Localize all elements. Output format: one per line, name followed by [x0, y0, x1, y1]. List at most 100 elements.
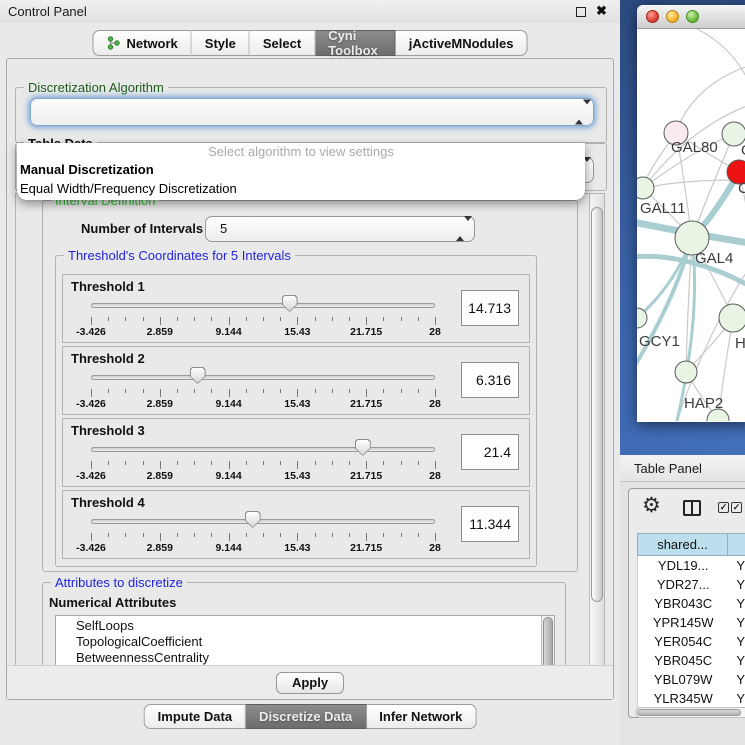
scrollbar-thumb[interactable]	[543, 617, 553, 667]
threshold-slider-thumb[interactable]	[282, 295, 298, 312]
slider-tick-label: 15.43	[284, 398, 310, 410]
cell-shared-name[interactable]: YLR345W	[638, 689, 728, 708]
minimize-window-icon[interactable]	[666, 10, 679, 23]
cell-name[interactable]: YDL1	[728, 556, 745, 575]
cell-shared-name[interactable]: YBR045C	[638, 651, 728, 670]
cell-shared-name[interactable]: YDR27...	[638, 575, 728, 594]
slider-tick	[383, 389, 384, 393]
number-of-intervals-label: Number of Intervals	[81, 221, 203, 236]
apply-button[interactable]: Apply	[276, 672, 344, 694]
cell-shared-name[interactable]: YPR145W	[638, 613, 728, 632]
threshold-value-field[interactable]: 11.344	[461, 506, 519, 542]
slider-tick	[435, 389, 436, 397]
table-header-row: shared... na	[637, 533, 745, 556]
attribute-item[interactable]: BetweennessCentrality	[76, 650, 554, 666]
algorithm-combobox[interactable]	[30, 98, 594, 126]
tab-select[interactable]: Select	[250, 30, 315, 56]
table-row[interactable]: YPR145WYPR1	[638, 613, 745, 632]
split-columns-icon[interactable]	[683, 500, 701, 516]
slider-tick	[297, 389, 298, 397]
tab-jactivemnodules[interactable]: jActiveMNodules	[396, 30, 528, 56]
cell-shared-name[interactable]: YER054C	[638, 632, 728, 651]
slider-tick-label: 2.859	[147, 470, 173, 482]
popup-item-manual-discretization[interactable]: Manual Discretization	[17, 160, 585, 179]
cell-shared-name[interactable]: YBL079W	[638, 670, 728, 689]
threshold-slider-track[interactable]	[91, 303, 435, 308]
table-row[interactable]: YLR345WYLR3	[638, 689, 745, 708]
number-of-intervals-combobox[interactable]: 5	[205, 216, 475, 242]
cell-name[interactable]: YBL0	[728, 670, 745, 689]
slider-tick	[143, 533, 144, 537]
tab-cyni-toolbox[interactable]: Cyni Toolbox	[315, 30, 396, 56]
tab-discretize-data[interactable]: Discretize Data	[246, 704, 366, 729]
network-window-titlebar[interactable]	[637, 5, 745, 29]
threshold-slider-track[interactable]	[91, 375, 435, 380]
popup-item-equal-width-frequency[interactable]: Equal Width/Frequency Discretization	[17, 179, 585, 198]
slider-tick-label: 15.43	[284, 326, 310, 338]
slider-tick	[263, 389, 264, 393]
gear-icon[interactable]: ⚙	[642, 493, 661, 518]
threshold-slider-track[interactable]	[91, 519, 435, 524]
network-node[interactable]	[637, 177, 654, 199]
scrollbar-thumb[interactable]	[637, 709, 741, 716]
network-canvas[interactable]: GAL80GACGAL11GAL4GCY1HHAP2	[637, 29, 745, 421]
slider-tick	[435, 317, 436, 325]
vertical-scrollbar[interactable]	[589, 194, 604, 666]
slider-tick	[194, 317, 195, 321]
numerical-attributes-list[interactable]: SelfLoopsTopologicalCoefficientBetweenne…	[55, 615, 555, 667]
cell-name[interactable]: YDR2	[728, 575, 745, 594]
slider-tick	[349, 461, 350, 465]
slider-tick	[160, 389, 161, 397]
column-header-name[interactable]: na	[728, 533, 745, 556]
table-row[interactable]: YBR045CYBR0	[638, 651, 745, 670]
tab-infer-network[interactable]: Infer Network	[366, 704, 476, 729]
network-node[interactable]	[675, 361, 697, 383]
cell-name[interactable]: YBR0	[728, 594, 745, 613]
scrollbar-thumb[interactable]	[591, 207, 603, 602]
threshold-slider-track[interactable]	[91, 447, 435, 452]
cell-shared-name[interactable]: YDL19...	[638, 556, 728, 575]
table-row[interactable]: YDR27...YDR2	[638, 575, 745, 594]
cell-name[interactable]: YPR1	[728, 613, 745, 632]
cell-name[interactable]: YBR0	[728, 651, 745, 670]
close-panel-icon[interactable]: ✖	[596, 3, 607, 19]
threshold-slider-thumb[interactable]	[245, 511, 261, 528]
tab-label: Impute Data	[158, 709, 232, 724]
group-title: Attributes to discretize	[51, 575, 187, 590]
horizontal-scrollbar[interactable]	[635, 707, 745, 718]
table-row[interactable]: YBL079WYBL0	[638, 670, 745, 689]
float-panel-icon[interactable]	[576, 7, 586, 17]
slider-tick	[383, 317, 384, 321]
slider-tick	[177, 317, 178, 321]
tab-network[interactable]: Network	[93, 30, 192, 56]
threshold-slider-thumb[interactable]	[190, 367, 206, 384]
checkbox-icon[interactable]: ✓	[731, 502, 742, 513]
column-header-shared[interactable]: shared...	[637, 533, 728, 556]
cell-shared-name[interactable]: YBR043C	[638, 594, 728, 613]
tab-style[interactable]: Style	[192, 30, 250, 56]
threshold-value-field[interactable]: 6.316	[461, 362, 519, 398]
threshold-slider-thumb[interactable]	[355, 439, 371, 456]
cell-name[interactable]: YLR3	[728, 689, 745, 708]
zoom-window-icon[interactable]	[686, 10, 699, 23]
node-table: shared... na YDL19...YDL1YDR27...YDR2YBR…	[637, 533, 745, 713]
list-scrollbar[interactable]	[541, 616, 554, 667]
network-node[interactable]	[719, 304, 745, 332]
threshold-value-field[interactable]: 14.713	[461, 290, 519, 326]
network-view-window[interactable]: GAL80GACGAL11GAL4GCY1HHAP2	[637, 5, 745, 422]
slider-tick	[418, 317, 419, 321]
cell-name[interactable]: YER0	[728, 632, 745, 651]
tab-impute-data[interactable]: Impute Data	[144, 704, 246, 729]
table-row[interactable]: YBR043CYBR0	[638, 594, 745, 613]
close-window-icon[interactable]	[646, 10, 659, 23]
apply-bar: Apply	[7, 665, 613, 699]
table-row[interactable]: YDL19...YDL1	[638, 556, 745, 575]
checkbox-icon[interactable]: ✓	[718, 502, 729, 513]
threshold-value-field[interactable]: 21.4	[461, 434, 519, 470]
attribute-item[interactable]: SelfLoops	[76, 618, 554, 634]
attribute-item[interactable]: TopologicalCoefficient	[76, 634, 554, 650]
table-row[interactable]: YER054CYER0	[638, 632, 745, 651]
slider-tick	[435, 461, 436, 469]
slider-tick	[91, 461, 92, 469]
slider-tick-label: 9.144	[215, 398, 241, 410]
